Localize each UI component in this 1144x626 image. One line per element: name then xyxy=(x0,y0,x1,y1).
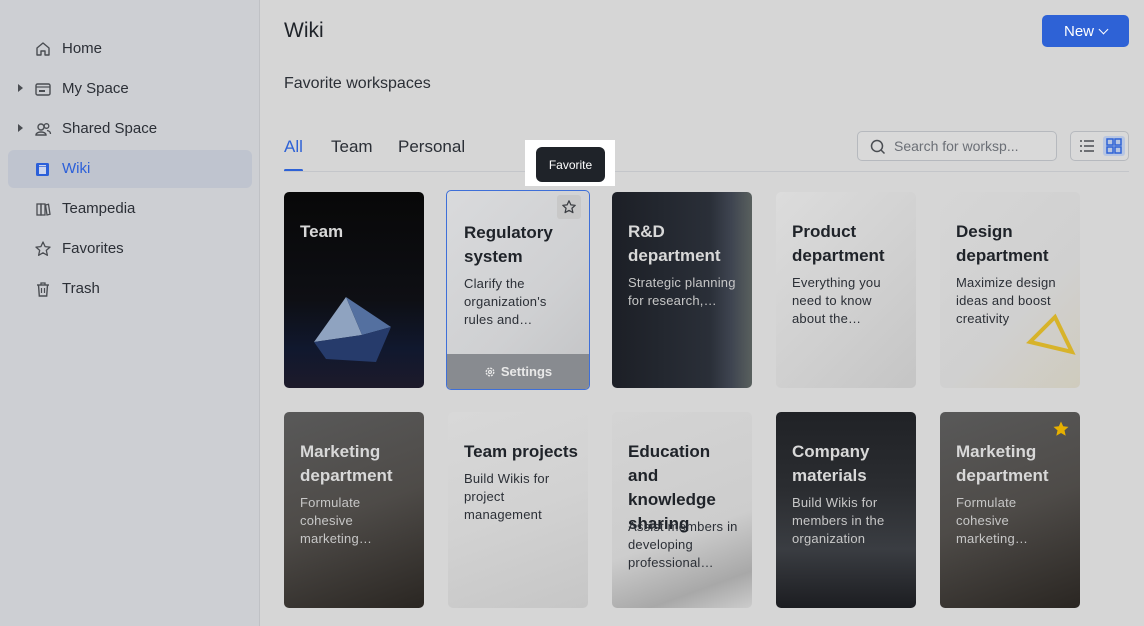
card-description: Assist members in developing professiona… xyxy=(628,519,738,570)
divider xyxy=(284,171,1129,172)
favorite-button[interactable] xyxy=(557,195,581,219)
workspace-card[interactable]: Product department Everything you need t… xyxy=(776,192,916,388)
wiki-icon xyxy=(36,163,49,176)
sidebar-item-home[interactable]: Home xyxy=(8,30,252,68)
sidebar-item-trash[interactable]: Trash xyxy=(8,270,252,308)
favorite-tooltip: Favorite xyxy=(536,147,605,182)
star-icon xyxy=(35,241,51,256)
caret-right-icon[interactable] xyxy=(18,84,23,92)
workspace-card[interactable]: Marketing department Formulate cohesive … xyxy=(940,412,1080,608)
sidebar: Home My Space Shared Space Wiki Teampedi… xyxy=(0,0,260,626)
card-title: Marketing department xyxy=(956,442,1049,485)
card-description: Build Wikis for project management xyxy=(464,471,550,522)
list-view-icon[interactable] xyxy=(1077,136,1097,156)
favorited-star-icon[interactable] xyxy=(1052,420,1070,438)
home-icon xyxy=(36,42,50,56)
card-title: Product department xyxy=(792,222,885,265)
workspace-card[interactable]: Team projects Build Wikis for project ma… xyxy=(448,412,588,608)
people-icon xyxy=(35,123,52,136)
paper-boat-image xyxy=(314,297,391,362)
workspace-card[interactable]: Education and knowledge sharing Assist m… xyxy=(612,412,752,608)
search-placeholder: Search for worksp... xyxy=(894,138,1019,154)
sidebar-item-my-space[interactable]: My Space xyxy=(8,70,252,108)
sidebar-item-shared-space[interactable]: Shared Space xyxy=(8,110,252,148)
workspace-card[interactable]: Marketing department Formulate cohesive … xyxy=(284,412,424,608)
card-title: R&D department xyxy=(628,222,721,265)
card-description: Strategic planning for research,… xyxy=(628,275,736,308)
card-title: Company materials xyxy=(792,442,870,485)
grid-view-icon xyxy=(1106,138,1122,154)
new-button[interactable]: New xyxy=(1042,15,1129,47)
card-title: Marketing department xyxy=(300,442,393,485)
workspace-card[interactable]: Team xyxy=(284,192,424,388)
page-title: Wiki xyxy=(284,19,324,42)
folder-icon xyxy=(35,83,51,96)
gear-icon xyxy=(485,367,495,376)
sidebar-item-teampedia[interactable]: Teampedia xyxy=(8,190,252,228)
caret-right-icon[interactable] xyxy=(18,124,23,132)
sidebar-item-label: My Space xyxy=(62,80,129,97)
sidebar-item-label: Home xyxy=(62,40,103,57)
section-title: Favorite workspaces xyxy=(284,75,431,92)
books-icon xyxy=(36,203,51,216)
tab-all[interactable]: All xyxy=(284,137,303,157)
card-description: Clarify the organization's rules and… xyxy=(464,276,547,327)
workspace-card[interactable]: R&D department Strategic planning for re… xyxy=(612,192,752,388)
settings-label: Settings xyxy=(500,364,553,379)
search-icon xyxy=(870,139,886,155)
grid-view-button[interactable] xyxy=(1103,136,1125,156)
sidebar-item-label: Wiki xyxy=(62,160,91,177)
card-description: Formulate cohesive marketing… xyxy=(300,495,373,546)
sidebar-item-label: Teampedia xyxy=(62,200,136,217)
chevron-down-icon xyxy=(1098,24,1109,34)
card-description: Everything you need to know about the… xyxy=(792,275,881,326)
card-description: Build Wikis for members in the organizat… xyxy=(792,495,885,546)
sidebar-item-label: Trash xyxy=(62,280,100,297)
sidebar-item-favorites[interactable]: Favorites xyxy=(8,230,252,268)
card-title: Team xyxy=(300,222,344,241)
workspace-card-hovered[interactable]: Regulatory system Clarify the organizati… xyxy=(446,190,590,390)
tab-personal[interactable]: Personal xyxy=(398,137,465,157)
settings-button[interactable]: Settings xyxy=(447,354,589,389)
star-outline-icon xyxy=(562,200,576,214)
card-title: Regulatory system xyxy=(464,223,553,266)
tab-team[interactable]: Team xyxy=(331,137,373,157)
card-description: Formulate cohesive marketing… xyxy=(956,495,1029,546)
new-button-label: New xyxy=(1063,22,1094,40)
sidebar-item-label: Favorites xyxy=(62,240,124,257)
trash-icon xyxy=(37,282,49,297)
card-title: Design department xyxy=(956,222,1049,265)
sidebar-item-wiki[interactable]: Wiki xyxy=(8,150,252,188)
card-title: Team projects xyxy=(464,442,579,461)
tooltip-container: Favorite xyxy=(525,140,615,186)
view-toggle xyxy=(1070,131,1129,161)
search-input[interactable]: Search for worksp... xyxy=(857,131,1057,161)
workspace-card[interactable]: Design department Maximize design ideas … xyxy=(940,192,1080,388)
sidebar-item-label: Shared Space xyxy=(62,120,158,137)
workspace-card[interactable]: Company materials Build Wikis for member… xyxy=(776,412,916,608)
ruler-image xyxy=(1026,313,1076,355)
